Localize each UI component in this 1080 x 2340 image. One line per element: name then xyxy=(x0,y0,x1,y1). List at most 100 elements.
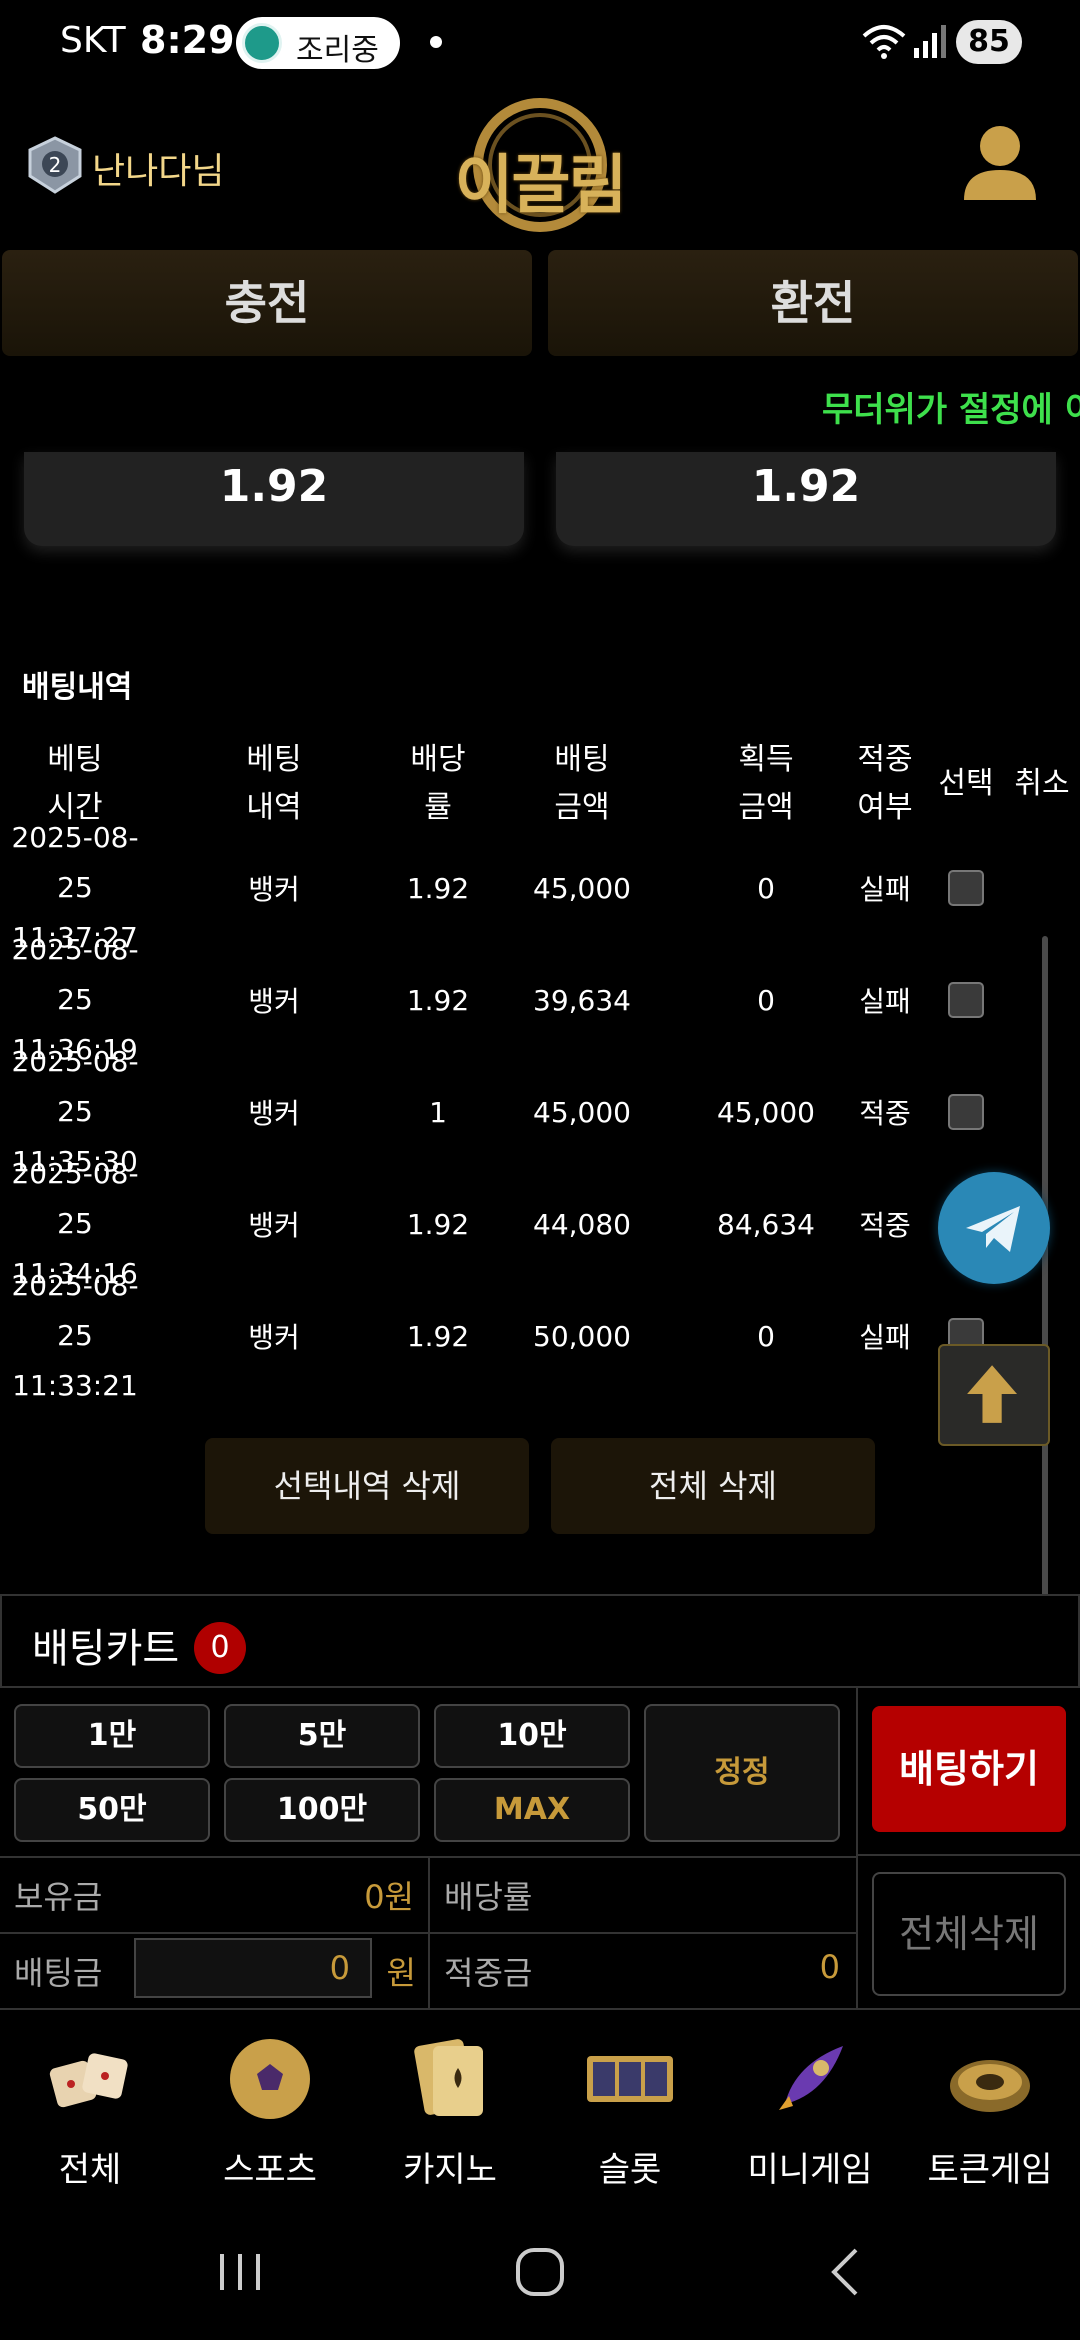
telegram-icon xyxy=(966,1206,1020,1252)
table-row: 2025-08-25 11:36:19 뱅커 1.92 39,634 0 실패 xyxy=(0,933,1080,1066)
col-header-odds-l1: 배당 xyxy=(410,742,466,777)
rocket-icon xyxy=(779,2046,843,2110)
ticker-text: 무더위가 절정에 이 xyxy=(822,390,1080,430)
notice-ticker: 무더위가 절정에 이 xyxy=(0,368,1080,452)
betting-cart-body: 1만 5만 10만 50만 100만 MAX 정정 보유금 0원 배당률 배팅금… xyxy=(0,1688,1080,2010)
row-pick: 뱅커 xyxy=(248,1097,300,1130)
col-header-result-l1: 적중 xyxy=(857,742,913,777)
row-win: 0 xyxy=(757,983,775,1017)
nav-label: 슬롯 xyxy=(598,2150,662,2190)
place-bet-button[interactable]: 배팅하기 xyxy=(872,1706,1066,1832)
status-bar: SKT 8:29 조리중 85 xyxy=(0,0,1080,84)
chip-max-button[interactable]: MAX xyxy=(434,1778,630,1842)
svg-text:2: 2 xyxy=(49,153,62,177)
user-profile-icon[interactable] xyxy=(960,122,1040,208)
nav-item-all[interactable]: 전체 xyxy=(0,2024,180,2200)
row-date: 2025-08-25 xyxy=(11,821,139,904)
payout-value: 0 xyxy=(819,1948,840,1986)
table-row: 2025-08-25 11:33:21 뱅커 1.92 50,000 0 실패 xyxy=(0,1269,1080,1402)
home-icon[interactable] xyxy=(510,2244,570,2300)
signal-icon xyxy=(914,25,946,58)
col-header-pick-l2: 내역 xyxy=(246,790,302,825)
col-header-pick: 베팅 내역 xyxy=(214,736,334,832)
site-logo[interactable]: 이끌림 xyxy=(440,90,640,240)
row-stake: 45,000 xyxy=(533,871,631,905)
delete-all-history-button[interactable]: 전체 삭제 xyxy=(551,1438,875,1534)
row-time: 11:33:21 xyxy=(12,1369,138,1402)
back-icon[interactable] xyxy=(816,2244,876,2300)
odds-card-left[interactable]: 1.92 xyxy=(24,452,524,546)
nav-item-sports[interactable]: 스포츠 xyxy=(180,2024,360,2200)
col-header-cancel: 취소 xyxy=(1014,766,1070,801)
row-stake: 50,000 xyxy=(533,1319,631,1353)
chip-100k-button[interactable]: 10만 xyxy=(434,1704,630,1768)
balance-value: 0원 xyxy=(364,1878,414,1916)
exchange-button[interactable]: 환전 xyxy=(548,250,1078,356)
row-win: 0 xyxy=(757,871,775,905)
row-date: 2025-08-25 xyxy=(11,1045,139,1128)
row-date: 2025-08-25 xyxy=(11,1157,139,1240)
charge-button[interactable]: 충전 xyxy=(2,250,532,356)
row-stake: 39,634 xyxy=(533,983,631,1017)
row-result: 적중 xyxy=(859,1097,911,1130)
activity-chip-label: 조리중 xyxy=(296,33,379,68)
row-win: 0 xyxy=(757,1319,775,1353)
nav-item-casino[interactable]: 카지노 xyxy=(360,2024,540,2200)
row-date: 2025-08-25 xyxy=(11,933,139,1016)
row-pick: 뱅커 xyxy=(248,1321,300,1354)
row-pick: 뱅커 xyxy=(248,873,300,906)
payout-label: 적중금 xyxy=(444,1954,533,1992)
nav-label: 토큰게임 xyxy=(927,2150,1053,2190)
col-header-win-l2: 금액 xyxy=(738,790,794,825)
row-odds: 1.92 xyxy=(406,871,470,905)
row-select-checkbox[interactable] xyxy=(948,1094,984,1130)
row-result: 실패 xyxy=(859,873,911,906)
col-header-result: 적중 여부 xyxy=(840,736,930,832)
recent-apps-icon[interactable] xyxy=(210,2244,270,2300)
odds-total-label: 배당률 xyxy=(444,1878,533,1916)
table-row: 2025-08-25 11:34:16 뱅커 1.92 44,080 84,63… xyxy=(0,1157,1080,1290)
col-header-odds-l2: 률 xyxy=(424,790,452,825)
username[interactable]: 난나다님 xyxy=(92,142,224,194)
row-pick: 뱅커 xyxy=(248,985,300,1018)
activity-chip: 조리중 xyxy=(236,17,400,69)
chip-500k-button[interactable]: 50만 xyxy=(14,1778,210,1842)
nav-item-minigame[interactable]: 미니게임 xyxy=(720,2024,900,2200)
nav-label: 전체 xyxy=(58,2150,122,2190)
row-select-checkbox[interactable] xyxy=(948,982,984,1018)
nav-item-token-game[interactable]: 토큰게임 xyxy=(900,2024,1080,2200)
row-stake: 45,000 xyxy=(533,1095,631,1129)
nav-item-slots[interactable]: 슬롯 xyxy=(540,2024,720,2200)
row-datetime: 2025-08-25 11:33:21 xyxy=(0,1269,150,1402)
chip-50k-button[interactable]: 5만 xyxy=(224,1704,420,1768)
app-icon xyxy=(242,23,282,63)
col-header-stake-l2: 금액 xyxy=(554,790,610,825)
scroll-to-top-button[interactable] xyxy=(938,1344,1050,1446)
notification-dot-icon xyxy=(430,36,442,48)
row-odds: 1.92 xyxy=(406,1319,470,1353)
telegram-button[interactable] xyxy=(938,1172,1050,1284)
reset-amount-button[interactable]: 정정 xyxy=(644,1704,840,1842)
roulette-icon xyxy=(950,2060,1030,2112)
clock: 8:29 xyxy=(140,18,235,62)
nav-label: 미니게임 xyxy=(747,2150,873,2190)
row-win: 84,634 xyxy=(717,1207,815,1241)
chip-10k-button[interactable]: 1만 xyxy=(14,1704,210,1768)
row-stake: 44,080 xyxy=(533,1207,631,1241)
col-header-time-l1: 베팅 xyxy=(47,742,103,777)
nav-label: 스포츠 xyxy=(223,2150,317,2190)
divider xyxy=(428,1856,430,2010)
stake-unit: 원 xyxy=(386,1954,416,1992)
cart-title: 배팅카트 xyxy=(32,1626,180,1672)
odds-card-right[interactable]: 1.92 xyxy=(556,452,1056,546)
row-select-checkbox[interactable] xyxy=(948,870,984,906)
chip-1m-button[interactable]: 100만 xyxy=(224,1778,420,1842)
delete-selected-button[interactable]: 선택내역 삭제 xyxy=(205,1438,529,1534)
col-header-win-l1: 획득 xyxy=(738,742,794,777)
cart-divider xyxy=(856,1688,858,2010)
row-win: 45,000 xyxy=(717,1095,815,1129)
clear-cart-button[interactable]: 전체삭제 xyxy=(872,1872,1066,1996)
col-header-odds: 배당 률 xyxy=(378,736,498,832)
stake-input[interactable]: 0 xyxy=(134,1938,372,1998)
dice-icon xyxy=(49,2053,128,2108)
